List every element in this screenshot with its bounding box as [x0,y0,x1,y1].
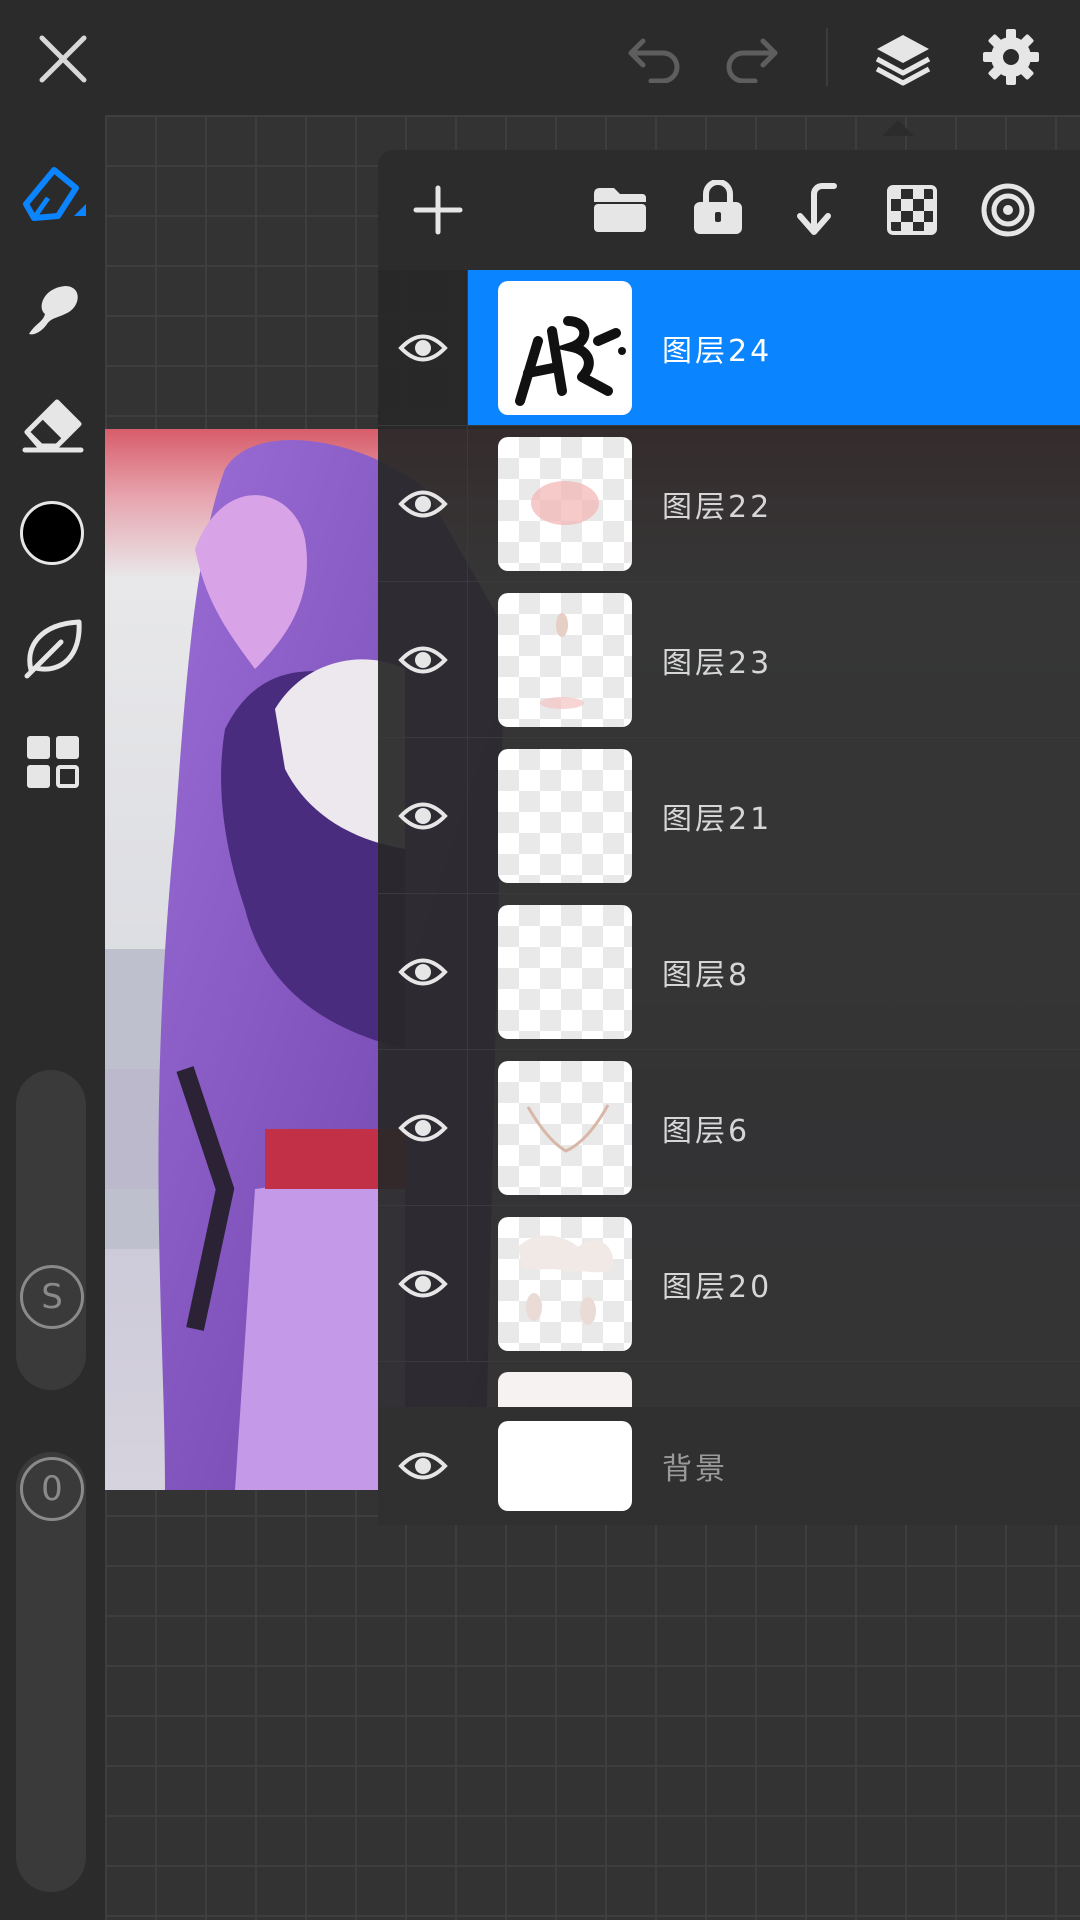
layer-row[interactable]: 图层22 [378,426,1080,582]
layer-thumbnail-partial [498,1372,632,1407]
layer-thumbnail [498,281,632,415]
add-icon[interactable] [408,180,468,240]
eraser-icon[interactable] [18,389,88,459]
visibility-toggle[interactable] [378,426,468,581]
visibility-toggle[interactable] [378,1407,468,1525]
folder-icon[interactable] [590,182,650,238]
size-slider-knob[interactable]: S [20,1265,84,1329]
eye-icon [397,1114,448,1141]
layer-thumbnail [498,593,632,727]
layer-row[interactable]: 图层20 [378,1206,1080,1362]
eye-icon [397,646,448,673]
layers-panel: 图层24 图层22 图层23 图层21 图层8 图层6 图层20 背景 [378,150,1080,1525]
layer-body[interactable]: 图层20 [468,1206,1080,1361]
color-swatch[interactable] [18,499,86,567]
layer-thumbnail [498,905,632,1039]
leaf-icon[interactable] [18,613,88,683]
eye-icon [397,490,448,517]
visibility-toggle[interactable] [378,1050,468,1205]
settings-icon[interactable] [978,24,1044,90]
layer-thumbnail [498,1061,632,1195]
smudge-icon[interactable] [18,275,88,345]
layer-name: 图层24 [662,333,773,369]
layer-name: 图层8 [662,957,751,993]
layer-name: 图层21 [662,801,773,837]
layer-name: 图层23 [662,645,773,681]
visibility-toggle[interactable] [378,894,468,1049]
close-icon[interactable] [30,26,96,92]
background-thumbnail [498,1421,632,1511]
layer-thumbnail [498,437,632,571]
layer-thumbnail [498,749,632,883]
layers-toolbar [378,150,1080,270]
layer-body[interactable]: 图层6 [468,1050,1080,1205]
layer-row[interactable]: 图层24 [378,270,1080,426]
transparency-icon[interactable] [882,180,942,240]
opacity-label: 0 [41,1469,63,1509]
eye-icon [397,1270,448,1297]
current-color [20,501,84,565]
eye-icon [397,334,448,361]
redo-icon[interactable] [716,30,786,86]
top-bar [0,0,1080,115]
layer-thumbnail [498,1217,632,1351]
layer-body[interactable]: 图层23 [468,582,1080,737]
layer-body[interactable]: 图层8 [468,894,1080,1049]
grid-icon[interactable] [18,727,88,797]
target-icon[interactable] [976,178,1040,242]
merge-down-icon[interactable] [786,180,846,240]
undo-icon[interactable] [620,30,690,86]
layer-name: 图层6 [662,1113,751,1149]
panel-caret [882,120,914,136]
layer-row[interactable]: 图层6 [378,1050,1080,1206]
visibility-toggle[interactable] [378,582,468,737]
divider [826,28,828,86]
eye-icon [398,1452,448,1480]
visibility-toggle[interactable] [378,270,468,425]
lock-icon[interactable] [688,178,748,238]
opacity-slider-knob[interactable]: 0 [20,1457,84,1521]
left-toolbar: S 0 [0,115,105,1920]
layer-body[interactable]: 图层22 [468,426,1080,581]
visibility-toggle[interactable] [378,738,468,893]
layer-row[interactable]: 图层23 [378,582,1080,738]
layers-icon[interactable] [870,26,936,92]
layer-body[interactable]: 图层24 [468,270,1080,425]
layer-row[interactable]: 图层21 [378,738,1080,894]
layer-body[interactable]: 图层21 [468,738,1080,893]
layer-name: 图层20 [662,1269,773,1305]
drawing-app: S 0 图层24 图层22 图层23 图层21 图层8 图层6 图层20 背景 [0,0,1080,1920]
layer-row[interactable]: 图层8 [378,894,1080,1050]
size-label: S [41,1277,63,1317]
eye-icon [397,802,448,829]
layer-name: 图层22 [662,489,773,525]
eye-icon [397,958,448,985]
background-layer-row[interactable]: 背景 [378,1407,1080,1525]
size-slider[interactable] [16,1070,86,1390]
brush-icon[interactable] [16,157,90,229]
background-layer-name: 背景 [662,1452,728,1487]
visibility-toggle[interactable] [378,1206,468,1361]
